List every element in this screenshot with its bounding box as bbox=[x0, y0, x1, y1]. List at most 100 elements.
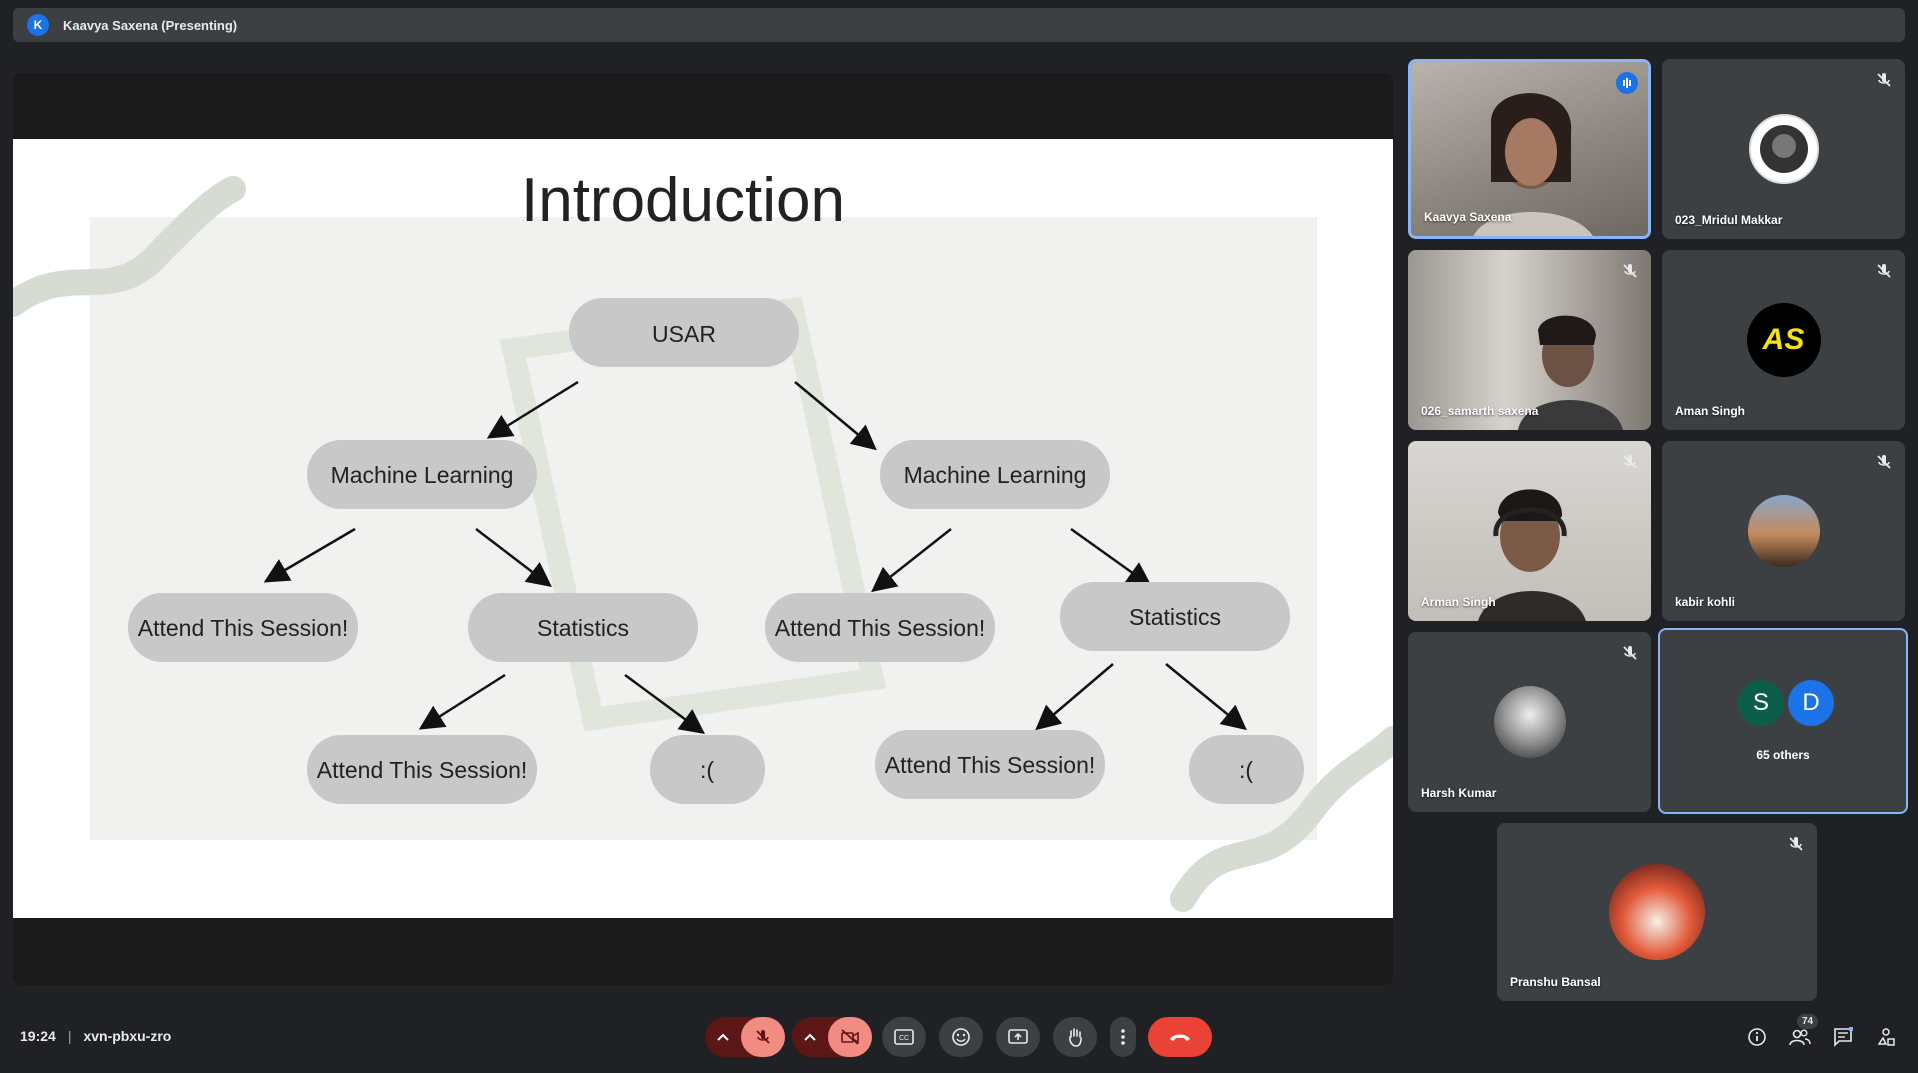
avatar bbox=[1748, 114, 1819, 184]
meeting-info: 19:24 | xvn-pbxu-zro bbox=[20, 1028, 171, 1044]
camera-control-group bbox=[792, 1017, 872, 1057]
svg-text:Statistics: Statistics bbox=[1129, 604, 1221, 630]
participant-name: Aman Singh bbox=[1675, 404, 1746, 418]
others-label: 65 others bbox=[1756, 748, 1810, 762]
emoji-icon bbox=[952, 1028, 970, 1046]
svg-text::(: :( bbox=[700, 757, 714, 783]
participant-name: Pranshu Bansal bbox=[1510, 975, 1601, 989]
participant-tile[interactable]: 026_samarth saxena bbox=[1408, 250, 1651, 430]
mic-off-icon bbox=[1877, 264, 1891, 278]
participant-tile[interactable]: Kaavya Saxena bbox=[1408, 59, 1651, 239]
avatar bbox=[1747, 495, 1820, 567]
more-vert-icon bbox=[1121, 1029, 1125, 1045]
activities-icon bbox=[1877, 1028, 1895, 1046]
presenter-avatar: K bbox=[27, 14, 49, 36]
node-sad-2: :( bbox=[1189, 735, 1304, 804]
participant-name: kabir kohli bbox=[1675, 595, 1736, 609]
mic-options-button[interactable] bbox=[705, 1017, 741, 1057]
presentation-stage: Introduction USAR Machine Learning Machi… bbox=[13, 73, 1393, 985]
presenter-title: Kaavya Saxena (Presenting) bbox=[63, 17, 238, 33]
reactions-button[interactable] bbox=[939, 1017, 983, 1057]
chevron-up-icon bbox=[804, 1033, 816, 1041]
mic-off-icon bbox=[1877, 455, 1891, 469]
present-button[interactable] bbox=[996, 1017, 1040, 1057]
svg-text:Statistics: Statistics bbox=[537, 615, 629, 641]
participant-tile[interactable]: Pranshu Bansal bbox=[1497, 823, 1817, 1001]
mic-off-icon bbox=[1789, 837, 1803, 851]
camera-toggle-button[interactable] bbox=[828, 1017, 872, 1057]
mic-off-icon bbox=[756, 1030, 770, 1044]
people-button[interactable]: 74 bbox=[1785, 1014, 1819, 1052]
mic-control-group bbox=[705, 1017, 785, 1057]
mic-off-icon bbox=[1623, 455, 1637, 469]
person-silhouette bbox=[1518, 315, 1623, 430]
meeting-time: 19:24 bbox=[20, 1028, 56, 1044]
captions-icon: CC bbox=[894, 1029, 914, 1045]
participant-video bbox=[1408, 441, 1651, 621]
chat-icon bbox=[1834, 1027, 1853, 1047]
participant-count-badge: 74 bbox=[1797, 1014, 1819, 1029]
mic-off-icon bbox=[1623, 646, 1637, 660]
bottom-bar: 19:24 | xvn-pbxu-zro CC 74 bbox=[0, 1000, 1918, 1073]
camera-options-button[interactable] bbox=[792, 1017, 828, 1057]
node-stats-right: Statistics bbox=[1060, 582, 1290, 651]
meeting-details-button[interactable] bbox=[1742, 1022, 1772, 1052]
node-ml-right: Machine Learning bbox=[880, 440, 1110, 509]
svg-text:Attend This Session!: Attend This Session! bbox=[138, 615, 349, 641]
captions-button[interactable]: CC bbox=[882, 1017, 926, 1057]
mic-off-icon bbox=[1623, 264, 1637, 278]
participant-name: 023_Mridul Makkar bbox=[1675, 213, 1783, 227]
avatar: D bbox=[1788, 680, 1834, 726]
node-stats-left: Statistics bbox=[468, 593, 698, 662]
speaking-indicator-icon bbox=[1616, 72, 1638, 94]
svg-text:Machine Learning: Machine Learning bbox=[904, 462, 1087, 488]
others-avatars: S D bbox=[1738, 680, 1834, 726]
avatar: AS bbox=[1746, 303, 1821, 377]
slide: Introduction USAR Machine Learning Machi… bbox=[13, 139, 1393, 918]
hand-icon bbox=[1069, 1028, 1082, 1047]
avatar bbox=[1493, 686, 1566, 758]
node-attend-2: Attend This Session! bbox=[765, 593, 995, 662]
node-attend-4: Attend This Session! bbox=[875, 730, 1105, 799]
participant-name: 026_samarth saxena bbox=[1421, 404, 1539, 418]
participant-name: Kaavya Saxena bbox=[1424, 210, 1512, 224]
leave-call-button[interactable] bbox=[1148, 1017, 1212, 1057]
svg-text:Attend This Session!: Attend This Session! bbox=[885, 752, 1096, 778]
svg-text:Attend This Session!: Attend This Session! bbox=[775, 615, 986, 641]
camera-off-icon bbox=[841, 1029, 859, 1045]
mic-off-icon bbox=[1877, 73, 1891, 87]
slide-title: Introduction bbox=[521, 166, 845, 235]
participant-tile[interactable]: Arman Singh bbox=[1408, 441, 1651, 621]
svg-text::(: :( bbox=[1239, 757, 1253, 783]
more-options-button[interactable] bbox=[1110, 1017, 1136, 1057]
participant-name: Arman Singh bbox=[1421, 595, 1496, 609]
svg-text:Attend This Session!: Attend This Session! bbox=[317, 757, 528, 783]
person-silhouette bbox=[1478, 489, 1586, 621]
chevron-up-icon bbox=[717, 1033, 729, 1041]
mic-toggle-button[interactable] bbox=[741, 1017, 785, 1057]
svg-text:Machine Learning: Machine Learning bbox=[331, 462, 514, 488]
people-icon bbox=[1789, 1029, 1811, 1046]
participant-tile[interactable]: 023_Mridul Makkar bbox=[1662, 59, 1905, 239]
participant-video bbox=[1408, 250, 1651, 430]
participant-tile[interactable]: AS Aman Singh bbox=[1662, 250, 1905, 430]
node-root: USAR bbox=[569, 298, 799, 367]
chat-button[interactable] bbox=[1828, 1022, 1858, 1052]
raise-hand-button[interactable] bbox=[1053, 1017, 1097, 1057]
participant-tile[interactable]: kabir kohli bbox=[1662, 441, 1905, 621]
presenter-bar: K Kaavya Saxena (Presenting) bbox=[13, 8, 1905, 42]
node-attend-1: Attend This Session! bbox=[128, 593, 358, 662]
info-separator: | bbox=[67, 1028, 72, 1044]
activities-button[interactable] bbox=[1871, 1022, 1901, 1052]
meeting-code: xvn-pbxu-zro bbox=[83, 1028, 172, 1044]
avatar: S bbox=[1738, 680, 1784, 726]
participant-tile[interactable]: Harsh Kumar bbox=[1408, 632, 1651, 812]
hang-up-icon bbox=[1170, 1034, 1190, 1041]
present-screen-icon bbox=[1008, 1029, 1028, 1044]
participant-name: Harsh Kumar bbox=[1421, 786, 1497, 800]
node-ml-left: Machine Learning bbox=[307, 440, 537, 509]
others-tile[interactable]: S D 65 others bbox=[1658, 628, 1908, 814]
info-icon bbox=[1748, 1028, 1766, 1046]
slide-canvas: Introduction USAR Machine Learning Machi… bbox=[13, 166, 1393, 912]
node-sad-1: :( bbox=[650, 735, 765, 804]
